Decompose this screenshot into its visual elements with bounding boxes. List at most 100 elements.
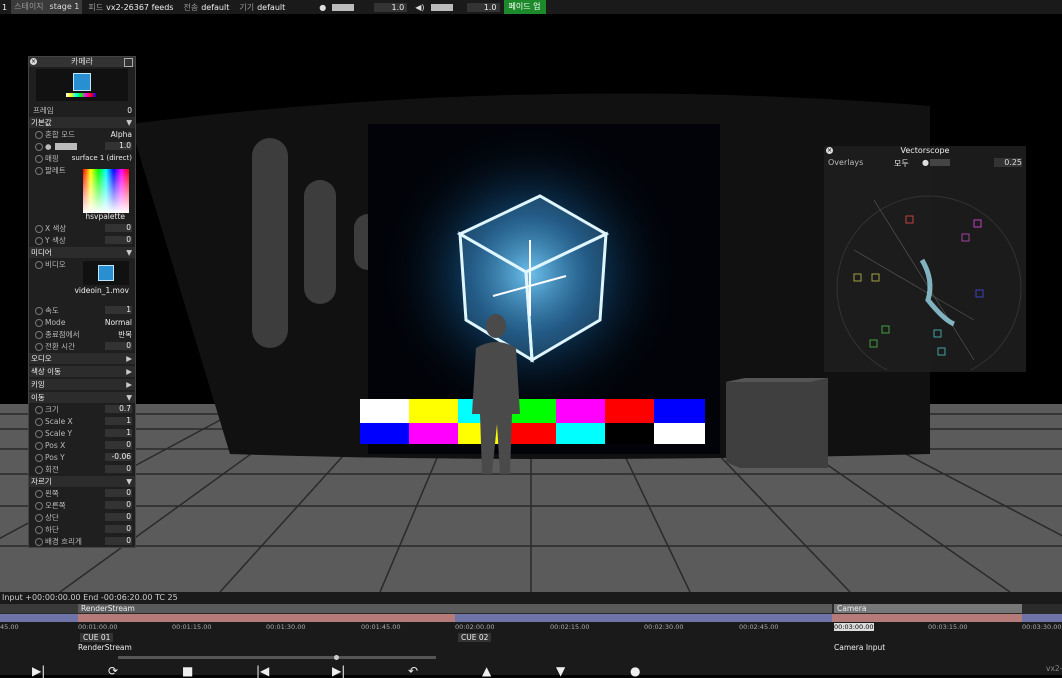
overlays-select[interactable]: 모두 — [894, 158, 909, 169]
timeline-ruler[interactable]: 45.00 00:01:00.00 00:01:15.00 00:01:30.0… — [0, 623, 1062, 632]
renderstream-section[interactable]: RenderStream — [78, 604, 832, 613]
record-icon[interactable]: ● — [630, 664, 640, 678]
timeline-track[interactable]: RenderStream Camera — [0, 604, 1062, 614]
stage-viewport[interactable]: × Vectorscope Overlays 모두 ● 0.25 × 카메라 프… — [0, 14, 1062, 592]
play-to-end-icon[interactable]: ▶| — [32, 664, 45, 678]
mapping-label: 매핑 — [45, 154, 59, 163]
previous-icon[interactable]: |◀ — [256, 664, 269, 678]
thumbnail-strip[interactable] — [0, 614, 1062, 622]
up-icon[interactable]: ▲ — [482, 664, 491, 678]
down-icon[interactable]: ▼ — [556, 664, 565, 678]
chevron-down-icon: ▼ — [126, 248, 132, 257]
keyframe-icon[interactable] — [35, 466, 43, 474]
keyframe-icon[interactable] — [35, 514, 43, 522]
brightness-slider[interactable] — [55, 143, 77, 150]
loop-play-icon[interactable]: ⟳ — [108, 664, 118, 678]
keyframe-icon[interactable] — [35, 490, 43, 498]
fade-up-button[interactable]: 페이드 업 — [503, 0, 546, 14]
device-select[interactable]: default — [257, 3, 285, 12]
chevron-down-icon: ▼ — [126, 477, 132, 486]
layer-label[interactable]: Camera Input — [834, 643, 885, 652]
section-basic[interactable]: 기본값 ▼ — [29, 117, 135, 128]
scrub-handle[interactable] — [334, 655, 339, 660]
cube-image — [98, 265, 114, 281]
layer-label[interactable]: RenderStream — [78, 643, 132, 652]
undo-icon[interactable]: ↶ — [408, 664, 418, 678]
section-color-shift[interactable]: 색상 이동 ▶ — [29, 366, 135, 377]
crop-top-value[interactable]: 0 — [105, 513, 132, 521]
keyframe-icon[interactable] — [35, 442, 43, 450]
section-audio[interactable]: 오디오 ▶ — [29, 353, 135, 364]
section-keying[interactable]: 키잉 ▶ — [29, 379, 135, 390]
keyframe-icon[interactable] — [35, 225, 43, 233]
frame-value[interactable]: 0 — [127, 105, 132, 116]
next-icon[interactable]: ▶| — [332, 664, 345, 678]
transition-value[interactable]: 0 — [105, 342, 132, 350]
rotate-value[interactable]: 0 — [105, 465, 132, 473]
stage-select[interactable]: stage 1 — [46, 0, 83, 14]
keyframe-icon[interactable] — [35, 319, 43, 327]
stop-icon[interactable]: ■ — [182, 664, 193, 678]
scrub-bar[interactable] — [118, 655, 436, 660]
scaley-label: Scale Y — [45, 429, 73, 438]
scalex-value[interactable]: 1 — [105, 417, 132, 425]
keyframe-icon[interactable] — [35, 526, 43, 534]
section-move[interactable]: 이동 ▼ — [29, 392, 135, 403]
volume-slider[interactable] — [430, 3, 453, 11]
crop-bottom-value[interactable]: 0 — [105, 525, 132, 533]
keyframe-icon[interactable] — [35, 237, 43, 245]
keyframe-icon[interactable] — [35, 261, 43, 269]
keyframe-icon[interactable] — [35, 331, 43, 339]
palette-swatch[interactable] — [83, 169, 129, 213]
volume-value[interactable]: 1.0 — [466, 2, 500, 12]
close-icon[interactable]: × — [826, 147, 833, 154]
brightness-value[interactable]: 1.0 — [105, 142, 132, 150]
endpoint-select[interactable]: 반복 — [118, 329, 132, 340]
keyframe-icon[interactable] — [35, 143, 43, 151]
keyframe-icon[interactable] — [35, 343, 43, 351]
tick-label: 00:01:15.00 — [172, 623, 212, 631]
size-value[interactable]: 0.7 — [105, 405, 132, 413]
stage-label[interactable]: 스테이지 — [11, 0, 47, 14]
blur-value[interactable]: 0 — [105, 537, 132, 545]
x-color-label: X 색상 — [45, 224, 67, 233]
cue-marker[interactable]: CUE 02 — [458, 633, 492, 642]
level-slider[interactable] — [930, 159, 950, 166]
crop-right-value[interactable]: 0 — [105, 501, 132, 509]
y-color-label: Y 색상 — [45, 236, 66, 245]
y-color-value[interactable]: 0 — [105, 236, 132, 244]
keyframe-icon[interactable] — [35, 430, 43, 438]
cue-marker[interactable]: CUE 01 — [80, 633, 114, 642]
tick-label: 45.00 — [0, 623, 19, 631]
pin-icon[interactable] — [124, 58, 133, 67]
transmit-select[interactable]: default — [201, 3, 229, 12]
speed-value[interactable]: 1 — [105, 306, 132, 314]
crop-left-value[interactable]: 0 — [105, 489, 132, 497]
feed-select[interactable]: vx2-26367 feeds — [106, 3, 173, 12]
camera-section[interactable]: Camera — [834, 604, 1022, 613]
x-color-value[interactable]: 0 — [105, 224, 132, 232]
mode-select[interactable]: Normal — [105, 317, 132, 328]
close-icon[interactable]: × — [30, 58, 37, 65]
keyframe-icon[interactable] — [35, 406, 43, 414]
keyframe-icon[interactable] — [35, 131, 43, 139]
brightness-slider[interactable] — [332, 3, 355, 11]
video-thumbnail[interactable] — [83, 261, 129, 285]
keyframe-icon[interactable] — [35, 418, 43, 426]
level-value[interactable]: 0.25 — [994, 158, 1022, 167]
posx-value[interactable]: 0 — [105, 441, 132, 449]
posy-value[interactable]: -0.06 — [105, 453, 132, 461]
section-media[interactable]: 미디어 ▼ — [29, 247, 135, 258]
keyframe-icon[interactable] — [35, 502, 43, 510]
scaley-value[interactable]: 1 — [105, 429, 132, 437]
blend-select[interactable]: Alpha — [111, 129, 132, 140]
keyframe-icon[interactable] — [35, 167, 43, 175]
keyframe-icon[interactable] — [35, 538, 43, 546]
keyframe-icon[interactable] — [35, 454, 43, 462]
brightness-value[interactable]: 1.0 — [374, 2, 408, 12]
keyframe-icon[interactable] — [35, 307, 43, 315]
camera-thumbnail — [36, 69, 128, 101]
section-crop[interactable]: 자르기 ▼ — [29, 476, 135, 487]
keyframe-icon[interactable] — [35, 155, 43, 163]
mapping-select[interactable]: surface 1 (direct) — [72, 153, 132, 164]
